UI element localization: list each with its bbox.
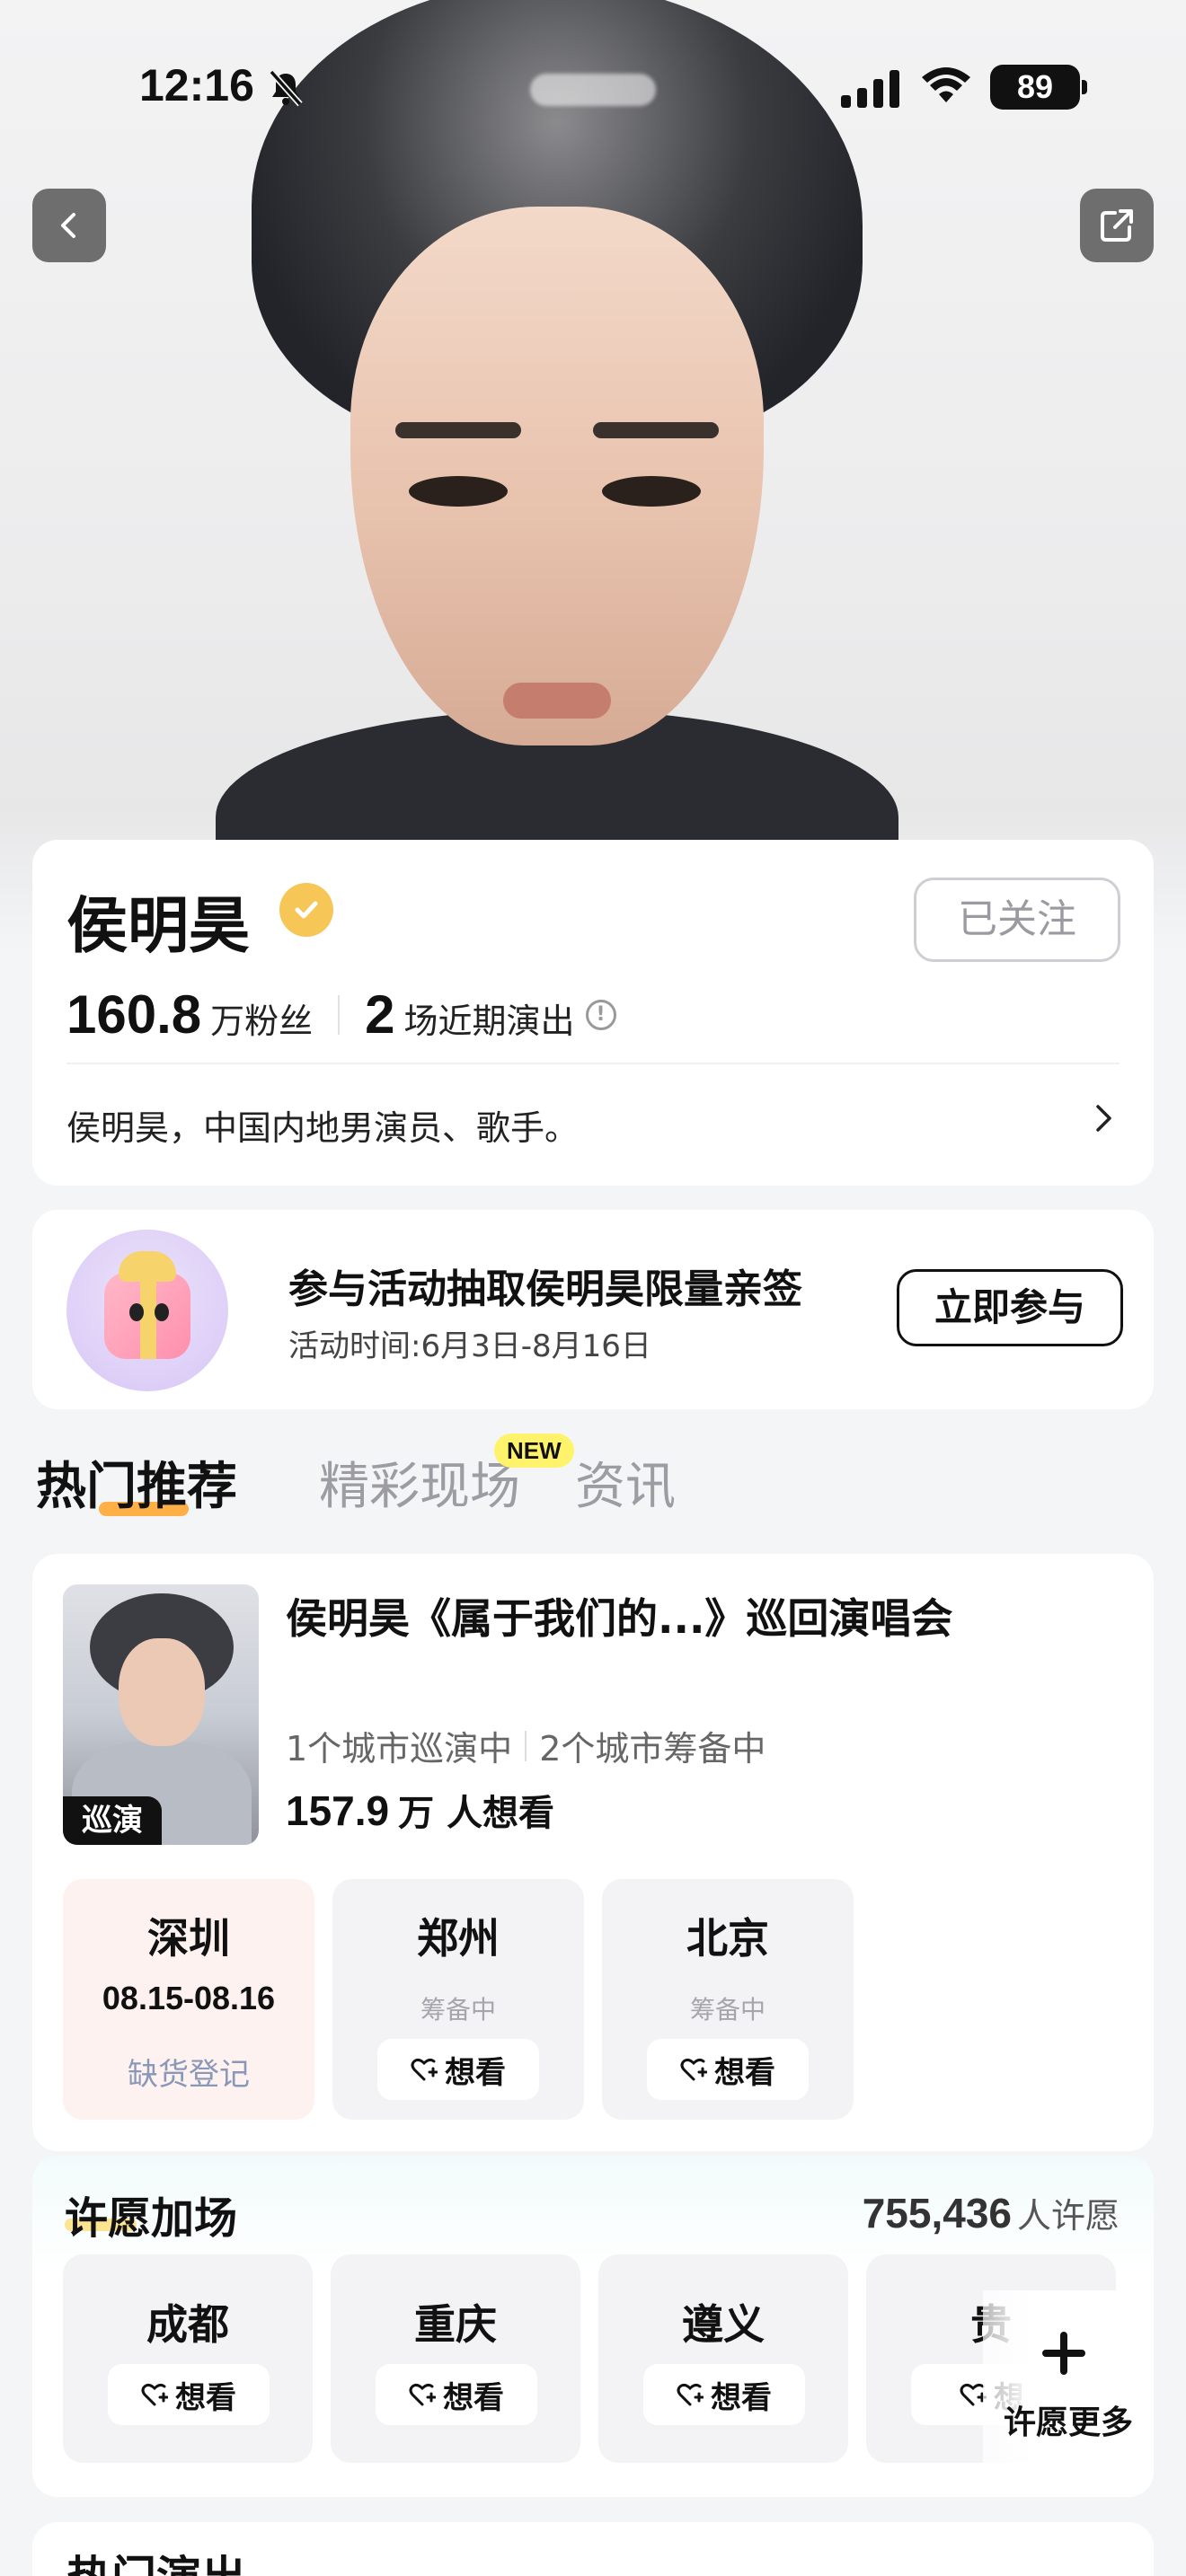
city-name: 北京: [686, 1914, 769, 1963]
want-see-label: 想看: [711, 2379, 772, 2416]
shows-count: 2: [365, 984, 395, 1045]
follow-button[interactable]: 已关注: [914, 878, 1120, 962]
back-button[interactable]: [32, 189, 106, 262]
heart-plus-icon: [409, 2383, 436, 2406]
stat-divider: [338, 995, 341, 1035]
want-see-label: 想看: [443, 2379, 504, 2416]
verified-icon: [279, 883, 333, 937]
gift-icon: [66, 1230, 228, 1391]
wish-city-list: 成都 想看 重庆 想看 遵义 想看 贵 想: [63, 2254, 1134, 2463]
want-see-label: 想看: [445, 2054, 506, 2091]
tour-city-list: 深圳 08.15-08.16 缺货登记 郑州 筹备中 想看 北京 筹备中 想看: [63, 1879, 872, 2120]
wish-extra-show-card: 许愿加场 755,436 人许愿 成都 想看 重庆 想看 遵义 想看 许愿更多: [32, 2156, 1154, 2497]
wish-city-chengdu[interactable]: 成都 想看: [63, 2254, 313, 2463]
wish-more-button[interactable]: 许愿更多: [983, 2290, 1154, 2497]
city-name: 成都: [146, 2300, 229, 2349]
share-button[interactable]: [1080, 189, 1154, 262]
heart-plus-icon: [411, 2058, 438, 2081]
city-name: 遵义: [682, 2300, 765, 2349]
want-see-button[interactable]: 想看: [108, 2364, 270, 2425]
wish-title: 许愿加场: [65, 2193, 238, 2244]
battery-indicator: 89: [990, 65, 1087, 110]
city-name: 郑州: [417, 1914, 500, 1963]
join-now-button[interactable]: 立即参与: [897, 1269, 1123, 1346]
want-to-see-count: 157.9 万 人想看: [286, 1784, 554, 1836]
wish-more-label: 许愿更多: [1003, 2404, 1133, 2441]
city-date: 08.15-08.16: [102, 1980, 276, 2016]
want-see-button[interactable]: 想看: [643, 2364, 805, 2425]
wish-label: 人许愿: [1016, 2196, 1120, 2236]
heart-plus-icon: [680, 2058, 707, 2081]
city-item-zhengzhou[interactable]: 郑州 筹备中 想看: [332, 1879, 584, 2120]
want-see-label: 想看: [714, 2054, 775, 2091]
preparing-count: 2个城市筹备中: [539, 1729, 766, 1769]
artist-bio[interactable]: 侯明昊，中国内地男演员、歌手。: [66, 1100, 579, 1150]
want-see-label: 想看: [175, 2379, 236, 2416]
status-time: 12:16: [139, 60, 254, 110]
share-icon: [1101, 209, 1133, 242]
info-icon[interactable]: !: [585, 1000, 616, 1030]
fans-label: 万粉丝: [210, 1001, 314, 1041]
concert-city-summary: 1个城市巡演中 2个城市筹备中: [286, 1721, 766, 1770]
divider: [525, 1730, 527, 1761]
divider: [66, 1063, 1120, 1064]
artist-profile-card: 侯明昊 已关注 160.8 万粉丝 2 场近期演出 ! 侯明昊，中国内地男演员、…: [32, 840, 1154, 1186]
tab-live-highlights[interactable]: 精彩现场: [319, 1446, 520, 1519]
heart-plus-icon: [141, 2383, 168, 2406]
concert-title[interactable]: 侯明昊《属于我们的...》巡回演唱会: [286, 1586, 952, 1645]
tab-news[interactable]: 资讯: [575, 1446, 676, 1519]
tour-tag: 巡演: [63, 1796, 162, 1845]
artist-stats: 160.8 万粉丝 2 场近期演出 !: [66, 984, 616, 1046]
heart-plus-icon: [677, 2383, 704, 2406]
signature-activity-card[interactable]: 参与活动抽取侯明昊限量亲签 活动时间:6月3日-8月16日 立即参与: [32, 1210, 1154, 1409]
wish-city-chongqing[interactable]: 重庆 想看: [331, 2254, 580, 2463]
city-status: 筹备中: [420, 1995, 496, 2025]
chevron-right-icon[interactable]: [1087, 1102, 1120, 1134]
want-label: 万 人想看: [398, 1793, 555, 1834]
wish-city-zunyi[interactable]: 遵义 想看: [598, 2254, 848, 2463]
want-see-button[interactable]: 想看: [376, 2364, 537, 2425]
artist-hero-image: [0, 0, 1186, 952]
shows-label: 场近期演出: [403, 1001, 575, 1041]
out-of-stock-register[interactable]: 缺货登记: [63, 2050, 314, 2094]
chevron-left-icon: [61, 213, 75, 238]
hot-shows-title: 热门演出: [66, 2542, 246, 2576]
plus-icon: [1042, 2332, 1085, 2375]
wish-number: 755,436: [862, 2190, 1012, 2236]
wish-count: 755,436 人许愿: [863, 2188, 1120, 2237]
signal-icon: [841, 70, 899, 108]
city-name: 深圳: [147, 1914, 230, 1963]
carrier-blur: [530, 74, 656, 106]
tab-hot-recommend[interactable]: 热门推荐: [36, 1446, 237, 1519]
activity-title: 参与活动抽取侯明昊限量亲签: [288, 1266, 802, 1312]
status-bar: 12:16 89: [0, 52, 1186, 124]
want-see-button[interactable]: 想看: [377, 2039, 539, 2100]
concert-poster[interactable]: 巡演: [63, 1584, 259, 1845]
artist-portrait: [216, 0, 898, 952]
want-see-button[interactable]: 想看: [647, 2039, 809, 2100]
hot-shows-card: 热门演出: [32, 2522, 1154, 2576]
wifi-icon: [922, 67, 970, 102]
touring-count: 1个城市巡演中: [286, 1729, 513, 1769]
fans-count: 160.8: [66, 984, 202, 1045]
city-item-shenzhen[interactable]: 深圳 08.15-08.16 缺货登记: [63, 1879, 314, 2120]
bell-off-icon: [269, 69, 303, 107]
city-name: 重庆: [414, 2300, 497, 2349]
activity-time: 活动时间:6月3日-8月16日: [288, 1328, 651, 1364]
want-number: 157.9: [286, 1787, 390, 1834]
city-status: 筹备中: [689, 1995, 766, 2025]
artist-name: 侯明昊: [66, 891, 251, 962]
concert-tour-card[interactable]: 巡演 侯明昊《属于我们的...》巡回演唱会 1个城市巡演中 2个城市筹备中 15…: [32, 1554, 1154, 2151]
new-badge: NEW: [494, 1434, 574, 1468]
city-item-beijing[interactable]: 北京 筹备中 想看: [602, 1879, 854, 2120]
